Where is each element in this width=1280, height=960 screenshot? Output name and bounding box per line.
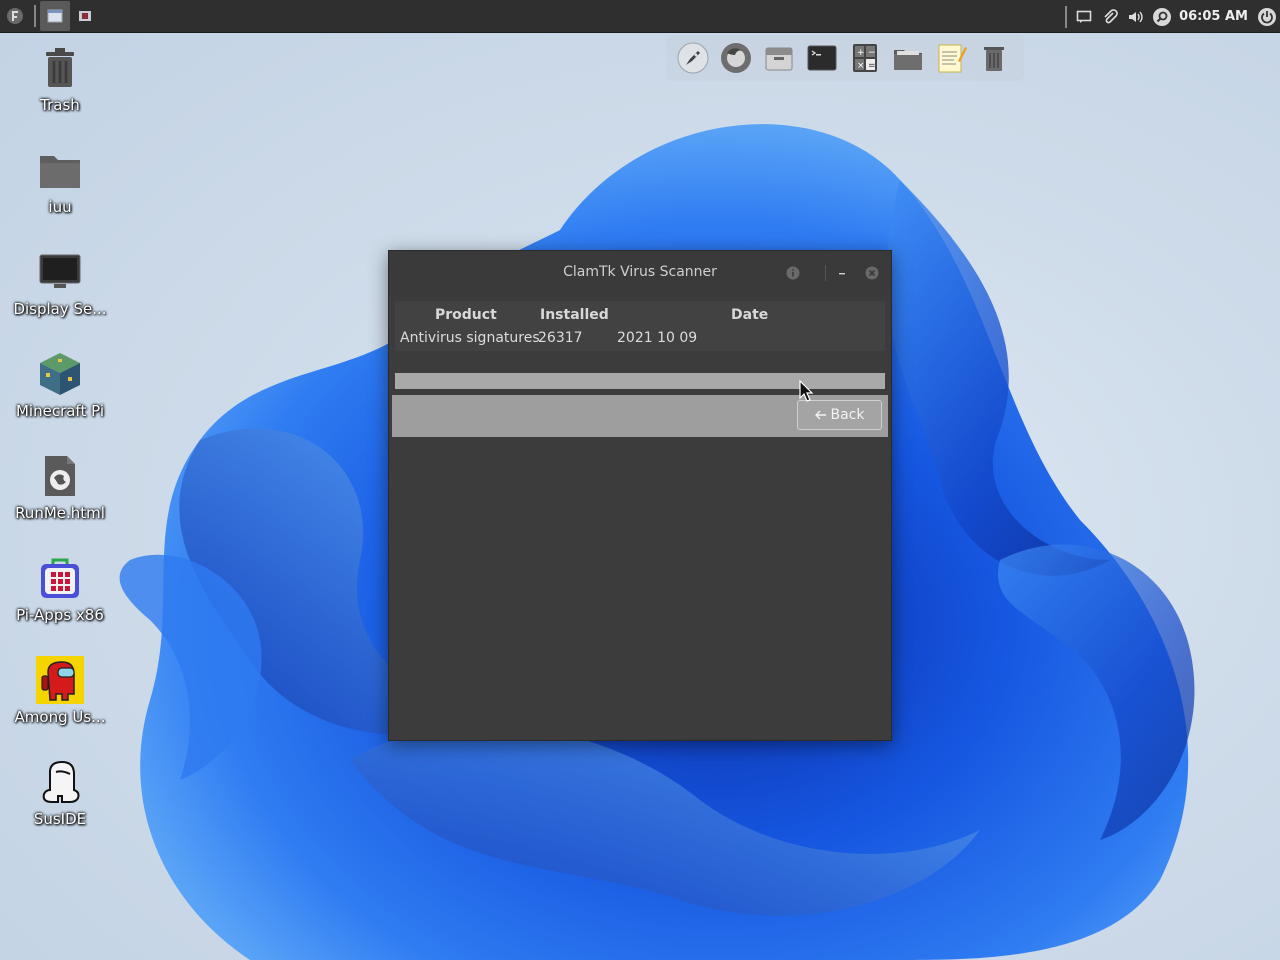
svg-text:=: = bbox=[868, 61, 876, 71]
desktop-icon-runme-html[interactable]: RunMe.html bbox=[5, 452, 115, 522]
panel-tray: 06:05 AM bbox=[1061, 0, 1280, 33]
desktop-icon-label: Minecraft Pi bbox=[15, 402, 104, 420]
minecraft-icon bbox=[36, 350, 84, 398]
info-icon[interactable] bbox=[785, 265, 801, 281]
file-manager-icon[interactable] bbox=[889, 39, 927, 77]
notification-icon[interactable] bbox=[1071, 0, 1097, 33]
desktop-icon-label: Pi-Apps x86 bbox=[16, 606, 104, 624]
power-icon[interactable] bbox=[1254, 0, 1280, 33]
app-menu-icon[interactable] bbox=[0, 1, 30, 31]
desktop-icon-label: Trash bbox=[40, 96, 80, 114]
desktop-icon-label: SusIDE bbox=[33, 810, 87, 828]
arrow-left-icon bbox=[814, 410, 826, 420]
cell-product: Antivirus signatures bbox=[400, 330, 540, 346]
calculator-icon[interactable]: + − × = bbox=[846, 39, 884, 77]
desktop-icon-suside[interactable]: SusIDE bbox=[5, 758, 115, 828]
mouse-cursor-icon bbox=[799, 380, 814, 402]
desktop-icon-minecraft-pi[interactable]: Minecraft Pi bbox=[5, 350, 115, 420]
rocket-icon[interactable] bbox=[674, 39, 712, 77]
pi-apps-icon bbox=[36, 554, 84, 602]
clamtk-window: ClamTk Virus Scanner Product Installed D… bbox=[388, 250, 892, 741]
panel-separator bbox=[34, 5, 36, 27]
panel-left bbox=[0, 0, 100, 32]
trash-icon[interactable] bbox=[975, 39, 1013, 77]
titlebar-divider bbox=[825, 265, 826, 281]
close-icon[interactable] bbox=[864, 265, 880, 281]
column-header-date[interactable]: Date bbox=[731, 307, 768, 323]
minimize-icon[interactable] bbox=[834, 265, 850, 281]
svg-text:−: − bbox=[868, 48, 876, 58]
text-editor-icon[interactable] bbox=[932, 39, 970, 77]
volume-icon[interactable] bbox=[1123, 0, 1149, 33]
among-us-icon bbox=[36, 656, 84, 704]
paperclip-icon[interactable] bbox=[1097, 0, 1123, 33]
desktop-icon-label: iuu bbox=[48, 198, 72, 216]
back-button[interactable]: Back bbox=[797, 400, 882, 430]
desktop-icon-display-settings[interactable]: Display Se... bbox=[5, 248, 115, 318]
desktop-icon-label: Display Se... bbox=[13, 300, 107, 318]
cell-installed: 26317 bbox=[538, 330, 583, 346]
desktop-icon-iuu[interactable]: iuu bbox=[5, 146, 115, 216]
desktop-icon-pi-apps[interactable]: Pi-Apps x86 bbox=[5, 554, 115, 624]
folder-icon bbox=[36, 146, 84, 194]
dock: + − × = bbox=[666, 35, 1024, 81]
file-archive-icon[interactable] bbox=[760, 39, 798, 77]
svg-text:×: × bbox=[857, 61, 865, 71]
update-table: Product Installed Date Antivirus signatu… bbox=[395, 301, 885, 351]
cell-date: 2021 10 09 bbox=[617, 330, 698, 346]
desktop-icon-among-us[interactable]: Among Us... bbox=[5, 656, 115, 726]
html-file-icon bbox=[36, 452, 84, 500]
display-icon bbox=[36, 248, 84, 296]
search-icon[interactable] bbox=[1149, 0, 1175, 33]
svg-text:+: + bbox=[857, 48, 865, 58]
taskbar-app-button[interactable] bbox=[70, 1, 100, 31]
column-header-product[interactable]: Product bbox=[435, 307, 497, 323]
desktop-icon-trash[interactable]: Trash bbox=[5, 44, 115, 114]
tray-separator bbox=[1065, 5, 1068, 28]
terminal-icon[interactable] bbox=[803, 39, 841, 77]
firefox-icon[interactable] bbox=[717, 39, 755, 77]
desktop-icon-label: Among Us... bbox=[14, 708, 106, 726]
back-button-label: Back bbox=[830, 407, 865, 423]
trash-icon bbox=[36, 44, 84, 92]
suside-icon bbox=[36, 758, 84, 806]
taskbar-window-button[interactable] bbox=[40, 1, 70, 31]
window-title: ClamTk Virus Scanner bbox=[563, 264, 717, 280]
top-panel: 06:05 AM bbox=[0, 0, 1280, 33]
column-header-installed[interactable]: Installed bbox=[540, 307, 609, 323]
window-titlebar[interactable]: ClamTk Virus Scanner bbox=[389, 251, 891, 295]
desktop-icon-label: RunMe.html bbox=[15, 504, 105, 522]
clock[interactable]: 06:05 AM bbox=[1179, 9, 1248, 24]
